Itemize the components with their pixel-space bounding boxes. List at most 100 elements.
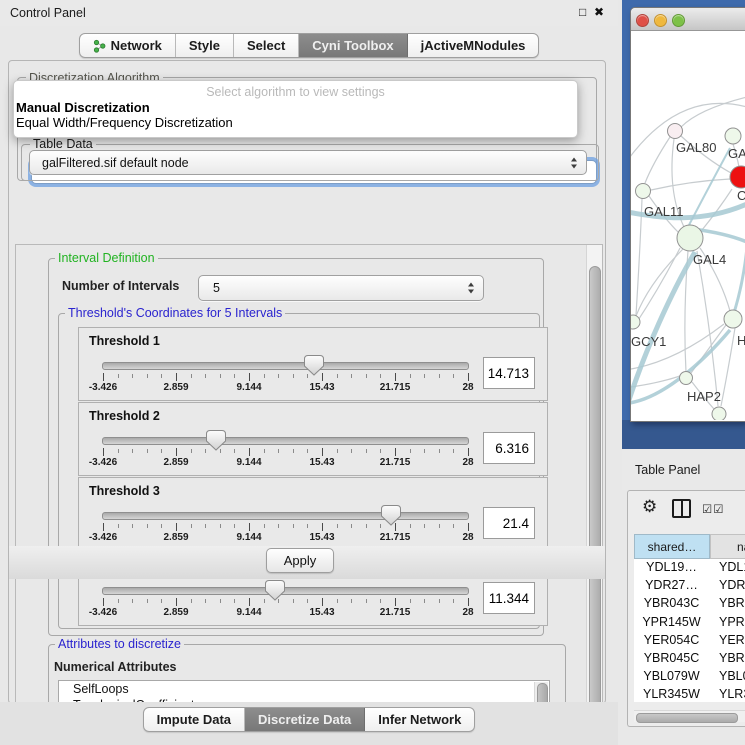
tab-jactivemnodules[interactable]: jActiveMNodules [408,34,539,57]
column-header-shared[interactable]: shared… [634,534,710,559]
numerical-attributes-label: Numerical Attributes [54,660,176,674]
node-table[interactable]: shared… na YDL19…YDL1YDR27…YDR2YBR043CYB… [634,534,745,702]
network-view-frame[interactable]: GAL80GACGAL11GAL4GCY1HHAP2 [622,0,745,449]
network-node-c[interactable] [730,166,745,188]
gear-icon[interactable]: ⚙ [642,498,657,516]
column-header-name[interactable]: na [710,534,745,559]
slider-ticks [103,523,468,532]
threshold-1-card: Threshold 1-3.4262.8599.14415.4321.71528… [78,327,548,401]
threshold-3-label: Threshold 3 [89,484,160,498]
network-tab-icon [93,39,106,53]
network-edge [681,97,745,127]
tab-impute-data[interactable]: Impute Data [144,708,245,731]
network-node[interactable] [712,407,726,420]
float-window-icon[interactable]: □ [579,5,586,19]
cell-shared-name: YBR045C [634,651,709,669]
tab-select[interactable]: Select [234,34,299,57]
threshold-2-slider[interactable] [102,437,469,445]
network-node-hap2[interactable] [680,372,693,385]
slider-ticks [103,448,468,457]
apply-button[interactable]: Apply [266,548,334,573]
table-row[interactable]: YDL19…YDL1 [634,560,745,578]
threshold-2-value[interactable]: 6.316 [483,432,535,464]
cell-name: YDR2 [709,578,745,596]
cell-name: YDL1 [709,560,745,578]
threshold-1-label: Threshold 1 [89,334,160,348]
top-tab-bar: Network Style SelectCyni Toolbox jActiveMNo… [0,33,618,58]
table-data-combobox[interactable]: galFiltered.sif default node [29,150,587,175]
cell-shared-name: YDR27… [634,578,709,596]
network-node-gcy1[interactable] [631,315,640,329]
dropdown-option-manual[interactable]: Manual Discretization [16,100,150,115]
tab-network[interactable]: Network [80,34,176,57]
network-node-gal4[interactable] [677,225,703,251]
bottom-tab-bar: Impute Data Discretize Data Infer Network [0,707,618,732]
tab-label: Style [189,38,220,53]
cell-shared-name: YBR043C [634,596,709,614]
dropdown-option-equal-width[interactable]: Equal Width/Frequency Discretization [16,115,233,130]
cyni-toolbox-panel: Discretization Algorithm Table Data galF… [8,60,606,704]
tab-label: Network [111,38,162,53]
threshold-1-slider[interactable] [102,362,469,370]
network-window-titlebar[interactable] [631,8,745,31]
interval-definition-legend: Interval Definition [55,251,158,265]
threshold-2-label: Threshold 2 [89,409,160,423]
attributes-group-legend: Attributes to discretize [55,637,184,651]
threshold-3-card: Threshold 3-3.4262.8599.14415.4321.71528… [78,477,548,551]
algorithm-dropdown-popup: Select algorithm to view settings Manual… [13,80,578,138]
threshold-3-value[interactable]: 21.4 [483,507,535,539]
table-row[interactable]: YER054CYER0 [634,633,745,651]
network-node-h[interactable] [724,310,742,328]
threshold-2-card: Threshold 2 -3.4262.8599.14415.4321.71528… [78,402,548,476]
tab-label: Infer Network [378,712,461,727]
tab-label: jActiveMNodules [421,38,526,53]
network-window[interactable]: GAL80GACGAL11GAL4GCY1HHAP2 [630,7,745,422]
panel-title: Control Panel [10,6,86,20]
network-node-gal11[interactable] [636,184,651,199]
number-of-intervals-spinner[interactable]: 5 [198,275,484,301]
table-hscrollbar[interactable] [634,710,745,722]
tab-cyni-toolbox[interactable]: Cyni Toolbox [299,34,407,57]
table-row[interactable]: YLR345WYLR3 [634,687,745,702]
slider-scale-labels: -3.4262.8599.14415.4321.71528 [103,457,468,469]
tab-style[interactable]: Style [176,34,234,57]
close-panel-icon[interactable]: ✖ [594,5,604,19]
tab-label: Discretize Data [258,712,351,727]
threshold-4-slider[interactable] [102,587,469,595]
network-node-gal80[interactable] [668,124,683,139]
table-row[interactable]: YPR145WYPR1 [634,615,745,633]
frame-shadow [622,420,745,449]
cell-name: YER0 [709,633,745,651]
minimize-traffic-light[interactable] [654,14,667,27]
close-traffic-light[interactable] [636,14,649,27]
table-row[interactable]: YBR043CYBR0 [634,596,745,614]
checkboxes-icon[interactable]: ☑☑ [702,502,725,516]
threshold-3-slider[interactable] [102,512,469,520]
zoom-traffic-light[interactable] [672,14,685,27]
network-canvas[interactable]: GAL80GACGAL11GAL4GCY1HHAP2 [631,31,745,420]
cell-name: YLR3 [709,687,745,702]
table-row[interactable]: YDR27…YDR2 [634,578,745,596]
cell-shared-name: YLR345W [634,687,709,702]
table-row[interactable]: YBL079WYBL0 [634,669,745,687]
node-label: HAP2 [687,389,721,404]
tab-infer-network[interactable]: Infer Network [365,708,474,731]
table-data-value: galFiltered.sif default node [30,156,189,170]
table-data-legend: Table Data [30,137,96,151]
attribute-item-selfloops[interactable]: SelfLoops [59,681,549,697]
intervals-value: 5 [199,281,220,295]
cell-shared-name: YBL079W [634,669,709,687]
settings-scrollbar[interactable] [586,245,602,730]
network-node-ga[interactable] [725,128,741,144]
settings-scrollbar-thumb[interactable] [589,266,601,714]
cell-name: YBR0 [709,651,745,669]
tab-discretize-data[interactable]: Discretize Data [245,708,365,731]
network-edge [645,137,670,183]
slider-ticks [103,373,468,382]
threshold-1-value[interactable]: 14.713 [483,357,535,389]
threshold-4-value[interactable]: 11.344 [483,582,535,614]
columns-icon[interactable] [672,499,691,518]
table-row[interactable]: YBR045CYBR0 [634,651,745,669]
slider-ticks [103,598,468,607]
thresholds-group-legend: Threshold's Coordinates for 5 Intervals [65,306,285,320]
